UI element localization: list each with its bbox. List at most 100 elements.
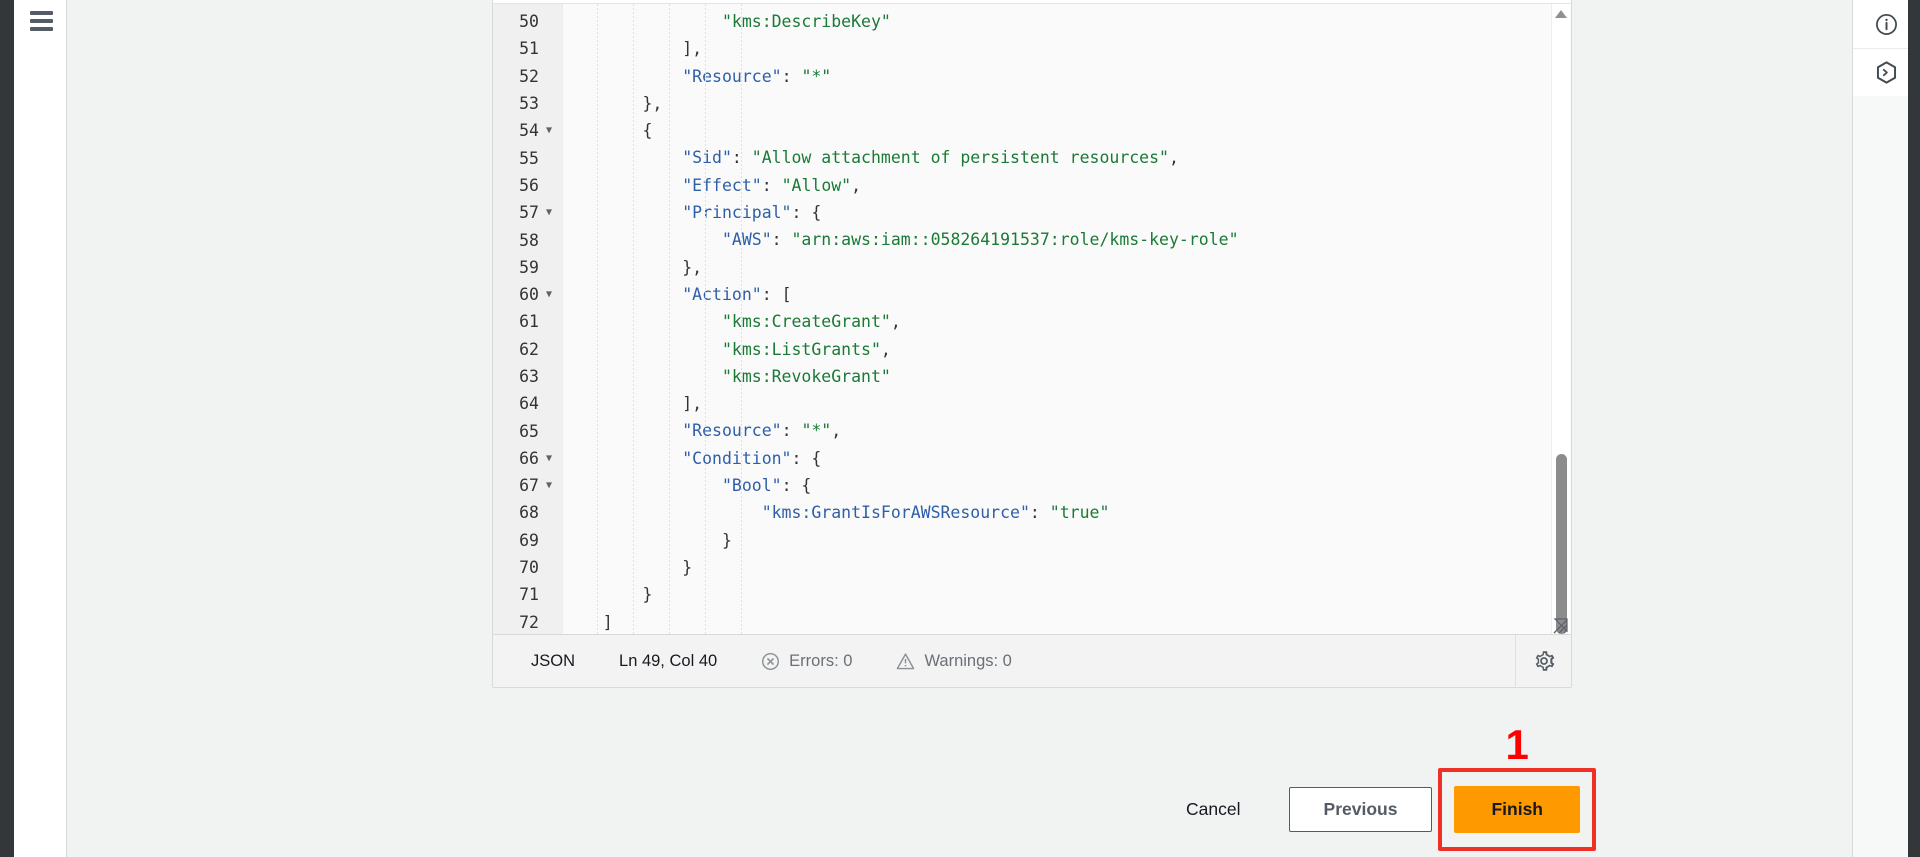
code-token-punct: : xyxy=(781,421,802,441)
cancel-button[interactable]: Cancel xyxy=(1168,789,1258,830)
previous-button[interactable]: Previous xyxy=(1288,787,1433,832)
line-number: 59▼ xyxy=(519,257,539,277)
fold-arrow-icon[interactable]: ▼ xyxy=(542,125,556,136)
line-number: 51▼ xyxy=(519,39,539,59)
code-token-str: "kms:CreateGrant" xyxy=(721,312,891,332)
line-number: 69▼ xyxy=(519,530,539,550)
editor-vertical-scrollbar[interactable] xyxy=(1551,4,1570,634)
left-dark-rail xyxy=(0,0,14,857)
code-line: } xyxy=(563,527,1571,554)
status-warnings: Warnings: 0 xyxy=(896,651,1012,671)
code-line: "Sid": "Allow attachment of persistent r… xyxy=(563,144,1571,171)
status-cursor-position: Ln 49, Col 40 xyxy=(619,651,718,670)
code-line: "Resource": "*", xyxy=(563,417,1571,444)
line-number: 63▼ xyxy=(519,367,539,386)
line-number: 71▼ xyxy=(519,585,539,605)
json-policy-editor: 50▼ 51▼ 52▼ 53▼ 54▼ 55▼ 56▼ 57▼ 58▼ 59▼ 60▼ 61▼ 62▼ 6… xyxy=(492,0,1572,688)
code-token-str: "true" xyxy=(1049,503,1110,523)
code-token-key: "Sid" xyxy=(682,148,732,168)
fold-arrow-icon[interactable]: ▼ xyxy=(542,207,556,218)
status-errors-label: Errors: 0 xyxy=(789,651,853,670)
line-number: 64▼ xyxy=(519,394,539,414)
code-token-str: "Allow attachment of persistent resource… xyxy=(751,148,1169,168)
scrollbar-thumb[interactable] xyxy=(1556,454,1567,634)
code-token-punct: ], xyxy=(682,394,703,414)
code-token-punct: , xyxy=(851,175,862,195)
line-number: 65▼ xyxy=(519,421,539,441)
status-warnings-label: Warnings: 0 xyxy=(924,651,1012,670)
line-number: 54 ▼ xyxy=(493,117,562,144)
code-token-str: "kms:ListGrants" xyxy=(721,339,881,359)
right-dark-rail xyxy=(1908,0,1920,857)
code-token-punct: , xyxy=(880,339,891,359)
gear-icon[interactable] xyxy=(1515,635,1571,687)
line-number: 52▼ xyxy=(519,66,539,86)
line-number: 62▼ xyxy=(519,339,539,359)
code-token-punct: ] xyxy=(602,612,613,632)
code-area[interactable]: "kms:DescribeKey" ], "Resource": "*" }, … xyxy=(563,4,1571,634)
line-number-gutter: 50▼ 51▼ 52▼ 53▼ 54▼ 55▼ 56▼ 57▼ 58▼ 59▼ 60▼ 61▼ 62▼ 6… xyxy=(493,4,563,634)
nav-strip xyxy=(14,0,67,857)
line-number: 68▼ xyxy=(519,503,539,523)
code-line: ], xyxy=(563,35,1571,62)
code-token-punct: , xyxy=(831,421,842,441)
code-line: "AWS": "arn:aws:iam::058264191537:role/k… xyxy=(563,226,1571,253)
code-token-str: "kms:RevokeGrant" xyxy=(721,366,891,386)
code-token-punct: : { xyxy=(791,448,822,468)
line-number: 70▼ xyxy=(519,558,539,578)
code-line: "Bool": { xyxy=(563,472,1571,499)
code-lines: "kms:DescribeKey" ], "Resource": "*" }, … xyxy=(563,8,1571,634)
line-number: 72▼ xyxy=(519,612,539,632)
code-token-str: "Allow" xyxy=(781,175,852,195)
code-line: }, xyxy=(563,90,1571,117)
code-line: "Principal": { xyxy=(563,199,1571,226)
code-token-punct: } xyxy=(642,585,653,605)
code-token-punct: : xyxy=(781,66,802,86)
code-token-punct: , xyxy=(890,312,901,332)
line-number: 56▼ xyxy=(519,175,539,195)
code-token-punct: }, xyxy=(642,93,663,113)
code-line: { xyxy=(563,117,1571,144)
code-line: "Effect": "Allow", xyxy=(563,172,1571,199)
code-line: } xyxy=(563,581,1571,608)
line-number: 61▼ xyxy=(519,312,539,332)
code-token-key: "Resource" xyxy=(682,421,782,441)
code-token-str: "arn:aws:iam::058264191537:role/kms-key-… xyxy=(791,230,1239,250)
error-circle-icon xyxy=(761,652,780,671)
code-token-str: "*" xyxy=(801,421,832,441)
line-number: 58▼ xyxy=(519,230,539,250)
code-token-key: "Action" xyxy=(682,284,762,304)
finish-button-wrapper: Finish 1 xyxy=(1438,724,1596,851)
code-token-punct: : xyxy=(771,230,792,250)
code-line: }, xyxy=(563,254,1571,281)
editor-status-bar: JSON Ln 49, Col 40 Errors: 0 Warnings: 0 xyxy=(493,635,1571,687)
code-token-key: "Resource" xyxy=(682,66,782,86)
annotation-step-number: 1 xyxy=(1505,721,1529,768)
fold-arrow-icon[interactable]: ▼ xyxy=(542,453,556,464)
code-line: "Condition": { xyxy=(563,445,1571,472)
code-line: ], xyxy=(563,390,1571,417)
line-number: 53▼ xyxy=(519,94,539,114)
code-line: "kms:GrantIsForAWSResource": "true" xyxy=(563,499,1571,526)
code-line: "kms:CreateGrant", xyxy=(563,308,1571,335)
hamburger-menu-icon[interactable] xyxy=(25,6,57,36)
code-token-punct: : xyxy=(1029,503,1050,523)
triangle-up-icon[interactable] xyxy=(1555,10,1567,18)
editor-body: 50▼ 51▼ 52▼ 53▼ 54▼ 55▼ 56▼ 57▼ 58▼ 59▼ 60▼ 61▼ 62▼ 6… xyxy=(493,3,1571,635)
fold-arrow-icon[interactable]: ▼ xyxy=(542,480,556,491)
wizard-footer: Cancel Previous Finish 1 xyxy=(0,724,1920,857)
fold-arrow-icon[interactable]: ▼ xyxy=(542,289,556,300)
status-errors: Errors: 0 xyxy=(761,652,852,671)
resize-grip-icon[interactable] xyxy=(1552,618,1568,634)
status-language: JSON xyxy=(531,651,576,670)
aws-console-page: 50▼ 51▼ 52▼ 53▼ 54▼ 55▼ 56▼ 57▼ 58▼ 59▼ 60▼ 61▼ 62▼ 6… xyxy=(0,0,1920,857)
code-token-key: "Condition" xyxy=(682,448,792,468)
line-number: 55▼ xyxy=(519,148,539,168)
code-line: "Action": [ xyxy=(563,281,1571,308)
code-token-key: "Effect" xyxy=(682,175,762,195)
cloudshell-hexagon-icon xyxy=(1874,60,1899,85)
finish-button[interactable]: Finish xyxy=(1454,786,1580,833)
line-number: 67 ▼ xyxy=(493,472,562,499)
code-token-str: "kms:DescribeKey" xyxy=(721,12,891,31)
code-token-punct: { xyxy=(642,121,653,141)
